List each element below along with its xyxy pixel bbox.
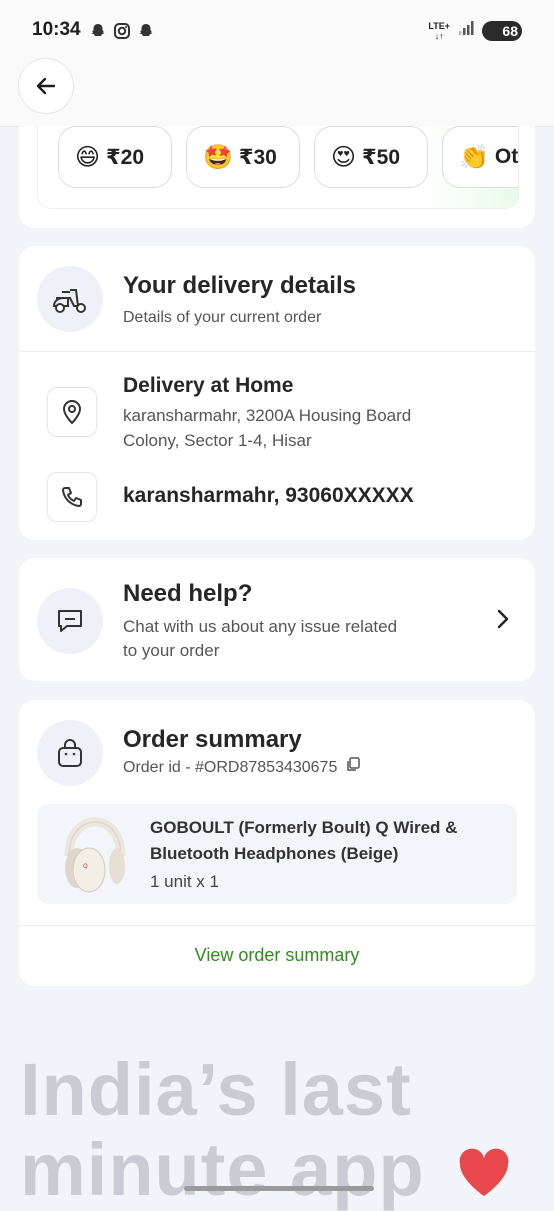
tip-chip-30[interactable]: 🤩 ₹30 <box>186 126 300 188</box>
tip-options: 😄 ₹20 🤩 ₹30 😍 ₹50 👏 Ot <box>37 126 519 209</box>
order-id-text: Order id - #ORD87853430675 <box>123 759 338 777</box>
shopping-bag-icon <box>37 720 103 786</box>
grin-emoji-icon: 😄 <box>75 143 101 171</box>
address-line-2: Colony, Sector 1-4, Hisar <box>123 431 312 450</box>
product-item[interactable]: Q GOBOULT (Formerly Boult) Q Wired & Blu… <box>37 804 517 904</box>
instagram-icon <box>113 22 131 40</box>
address-line-1: karansharmahr, 3200A Housing Board <box>123 406 412 425</box>
delivery-location-title: Delivery at Home <box>123 374 294 397</box>
notification-icons <box>89 22 155 40</box>
heart-eyes-emoji-icon: 😍 <box>331 143 357 171</box>
tip-card: 😄 ₹20 🤩 ₹30 😍 ₹50 👏 Ot <box>19 126 535 228</box>
tagline-line-2: minute app <box>20 1128 425 1211</box>
tip-amount: ₹30 <box>238 145 277 169</box>
battery-indicator: 68 <box>482 20 522 41</box>
order-summary-card: Order summary Order id - #ORD87853430675… <box>19 700 535 986</box>
help-subtitle-line-2: to your order <box>123 641 220 660</box>
order-id: Order id - #ORD87853430675 <box>123 756 360 780</box>
status-bar: 10:34 LTE+ ↓↑ 68 <box>0 0 554 64</box>
status-time: 10:34 <box>32 19 81 40</box>
phone-icon <box>47 472 97 522</box>
divider <box>19 351 535 352</box>
help-title: Need help? <box>123 580 253 607</box>
home-indicator[interactable] <box>184 1186 374 1191</box>
need-help-card[interactable]: Need help? Chat with us about any issue … <box>19 558 535 681</box>
location-pin-icon <box>47 387 97 437</box>
delivery-subtitle: Details of your current order <box>123 309 322 326</box>
network-type: LTE+ ↓↑ <box>428 20 450 41</box>
tagline-line-1: India’s last <box>20 1048 412 1131</box>
star-struck-emoji-icon: 🤩 <box>203 143 233 171</box>
divider <box>19 925 535 926</box>
battery-level: 68 <box>502 22 518 39</box>
arrow-left-icon <box>36 77 56 95</box>
delivery-title: Your delivery details <box>123 272 356 299</box>
chat-icon <box>37 588 103 654</box>
tip-amount: Ot <box>494 145 519 168</box>
snapchat-icon <box>89 22 107 40</box>
product-name-line-2: Bluetooth Headphones (Beige) <box>150 844 399 863</box>
product-quantity: 1 unit x 1 <box>150 872 219 891</box>
contact-details: karansharmahr, 93060XXXXX <box>123 484 414 507</box>
heart-icon <box>456 1148 512 1205</box>
delivery-details-card: Your delivery details Details of your cu… <box>19 246 535 540</box>
back-button[interactable] <box>18 58 74 114</box>
product-name-line-1: GOBOULT (Formerly Boult) Q Wired & <box>150 818 458 837</box>
signal-icon <box>458 20 474 41</box>
app-header <box>0 58 554 127</box>
tip-amount: ₹50 <box>362 145 401 169</box>
chevron-right-icon <box>493 608 513 635</box>
order-summary-title: Order summary <box>123 726 302 753</box>
svg-text:Q: Q <box>83 863 88 870</box>
tip-amount: ₹20 <box>106 145 145 169</box>
scooter-icon <box>37 266 103 332</box>
tip-chip-other[interactable]: 👏 Ot <box>442 126 519 188</box>
tip-chip-20[interactable]: 😄 ₹20 <box>58 126 172 188</box>
headphones-product-image: Q <box>59 816 131 899</box>
snapchat-icon <box>137 22 155 40</box>
clap-emoji-icon: 👏 <box>459 143 489 171</box>
help-subtitle-line-1: Chat with us about any issue related <box>123 617 398 636</box>
tip-chip-50[interactable]: 😍 ₹50 <box>314 126 428 188</box>
copy-icon[interactable] <box>346 756 360 780</box>
view-order-summary-link[interactable]: View order summary <box>19 945 535 966</box>
